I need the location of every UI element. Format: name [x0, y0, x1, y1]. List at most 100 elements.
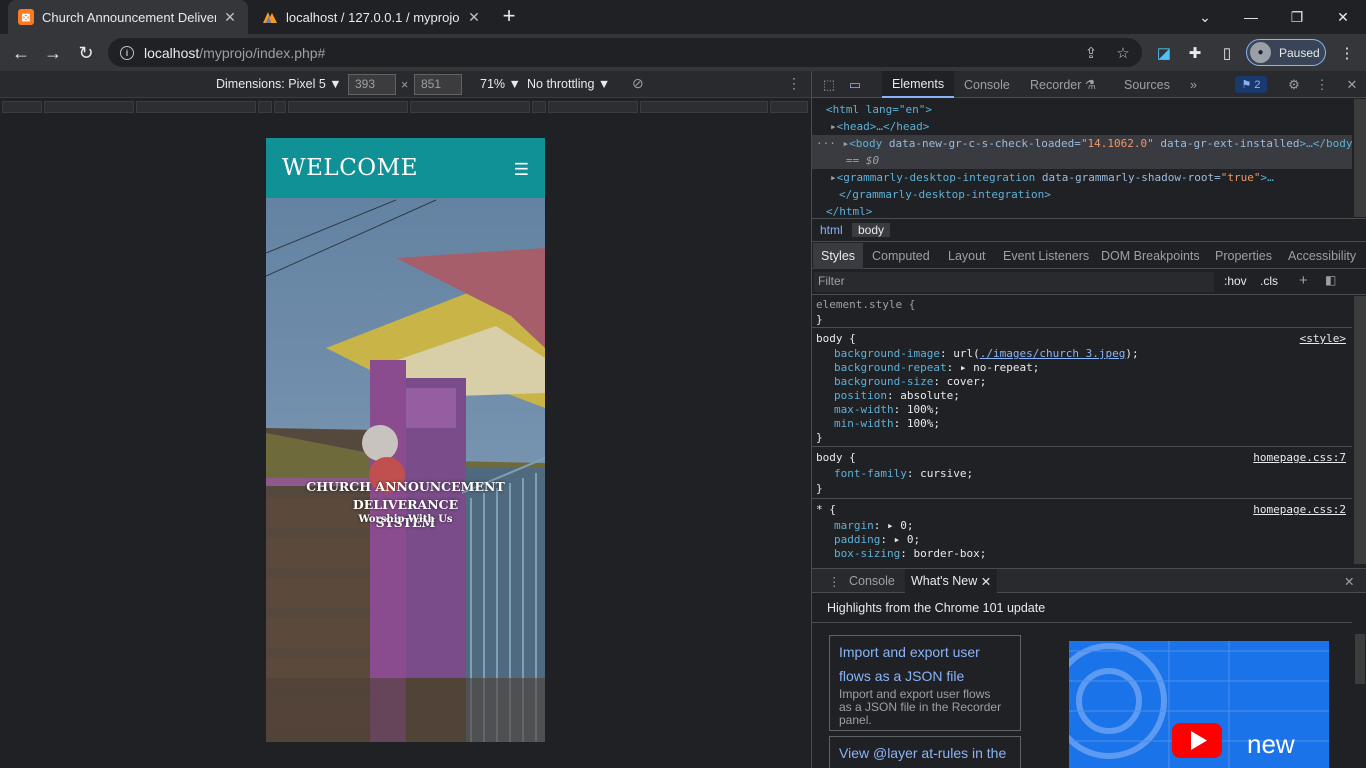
bookmark-star-icon[interactable]: ☆	[1110, 38, 1136, 67]
site-info-icon[interactable]: i	[120, 45, 134, 60]
toggle-sidebar-icon[interactable]: ◧	[1325, 273, 1336, 287]
issues-badge[interactable]: ⚑ 2	[1235, 76, 1267, 93]
tab-recorder[interactable]: Recorder ⚗	[1020, 71, 1106, 98]
tab-church-announcement[interactable]: ⊠ Church Announcement Deliverance ✕	[8, 0, 248, 34]
church-background-image	[266, 138, 545, 742]
rule-selector: element.style {	[816, 298, 916, 311]
breadcrumb-body[interactable]: body	[852, 223, 891, 237]
device-height-input[interactable]: 851	[414, 74, 462, 95]
css-prop[interactable]: background-image: url(./images/church 3.…	[834, 347, 1139, 361]
rule-source-link[interactable]: <style>	[1300, 332, 1346, 345]
forward-icon[interactable]: →	[40, 40, 66, 66]
close-tab-icon[interactable]: ✕	[466, 9, 482, 26]
close-devtools-icon[interactable]: ✕	[1343, 76, 1361, 93]
extension-icon[interactable]: ◪	[1151, 40, 1177, 66]
dom-node-body[interactable]: ··· ▸<body data-new-gr-c-s-check-loaded=…	[812, 135, 1352, 152]
back-icon[interactable]: ←	[8, 40, 34, 66]
hamburger-menu-icon[interactable]: ☰	[514, 160, 529, 180]
chrome-update-video-thumbnail[interactable]: new	[1069, 641, 1329, 768]
emulated-viewport: WELCOME ☰ CHURCH ANNOUNCEMENT DELIVERANC…	[0, 116, 811, 768]
tab-sources[interactable]: Sources	[1114, 71, 1180, 98]
media-query-bar[interactable]	[0, 99, 811, 116]
dom-tree: <html lang="en"> ▸<head>…</head> ··· ▸<b…	[812, 99, 1352, 218]
zoom-select[interactable]: 71% ▼	[480, 77, 521, 91]
rule-close: }	[816, 431, 823, 444]
device-screen: WELCOME ☰ CHURCH ANNOUNCEMENT DELIVERANC…	[266, 138, 545, 742]
whats-new-panel: Highlights from the Chrome 101 update Im…	[812, 594, 1366, 768]
menu-kebab-icon[interactable]: ⋮	[1334, 40, 1360, 66]
devtools-menu-icon[interactable]: ⋮	[1313, 76, 1331, 93]
minimize-icon[interactable]: —	[1228, 0, 1274, 34]
new-tab-button[interactable]: +	[498, 5, 520, 28]
tab-title: Church Announcement Deliverance	[42, 9, 216, 25]
device-width-input[interactable]: 393	[348, 74, 396, 95]
address-bar[interactable]: i localhost/myprojo/index.php# ⇪ ☆	[108, 38, 1142, 67]
device-select[interactable]: Dimensions: Pixel 5 ▼	[216, 77, 342, 91]
xampp-icon: ⊠	[18, 9, 34, 25]
dom-scrollbar[interactable]	[1354, 99, 1366, 217]
tab-elements[interactable]: Elements	[882, 71, 955, 98]
more-tabs-icon[interactable]: »	[1180, 71, 1207, 98]
css-prop[interactable]: background-size: cover;	[834, 375, 986, 389]
rule-source-link[interactable]: homepage.css:7	[1253, 451, 1346, 464]
share-icon[interactable]: ⇪	[1078, 38, 1104, 67]
css-prop[interactable]: padding: ▸ 0;	[834, 533, 920, 547]
dom-node-head[interactable]: ▸<head>…</head>	[812, 118, 1352, 135]
styles-scrollbar[interactable]	[1354, 296, 1366, 564]
close-drawer-icon[interactable]: ✕	[1338, 569, 1360, 593]
drawer-tab-whats-new[interactable]: What's New ✕	[905, 569, 998, 593]
tab-layout[interactable]: Layout	[948, 243, 986, 269]
hov-toggle[interactable]: :hov	[1224, 274, 1247, 288]
device-toggle-icon[interactable]: ▭	[846, 76, 864, 93]
url-path: /myprojo/index.php#	[199, 44, 326, 61]
breadcrumb-html[interactable]: html	[814, 223, 849, 237]
rule-source-link[interactable]: homepage.css:2	[1253, 503, 1346, 516]
css-prop[interactable]: max-width: 100%;	[834, 403, 940, 417]
profile-button[interactable]: ● Paused	[1246, 39, 1326, 66]
css-prop[interactable]: position: absolute;	[834, 389, 960, 403]
styles-subtabs: Styles Computed Layout Event Listeners D…	[812, 243, 1366, 269]
tab-event-listeners[interactable]: Event Listeners	[1003, 243, 1089, 269]
css-prop[interactable]: background-repeat: ▸ no-repeat;	[834, 361, 1039, 375]
settings-gear-icon[interactable]: ⚙	[1285, 76, 1303, 93]
dom-node-html[interactable]: <html lang="en">	[812, 101, 1352, 118]
inspect-element-icon[interactable]: ⬚	[820, 76, 838, 93]
tab-computed[interactable]: Computed	[872, 243, 930, 269]
card-description: Import and export user flows as a JSON fi…	[839, 687, 1002, 727]
throttling-select[interactable]: No throttling ▼	[527, 77, 610, 91]
puzzle-extensions-icon[interactable]: ✚	[1182, 40, 1208, 66]
tab-search-icon[interactable]: ⌄	[1182, 0, 1228, 34]
whats-new-scrollbar[interactable]	[1355, 634, 1365, 684]
cls-toggle[interactable]: .cls	[1260, 274, 1278, 288]
whats-new-card[interactable]: Import and export user flows as a JSON fi…	[829, 635, 1021, 731]
times-sign: ×	[401, 78, 409, 92]
styles-filter-input[interactable]	[814, 272, 1214, 292]
tab-properties[interactable]: Properties	[1215, 243, 1272, 269]
rotate-icon[interactable]: ⊘	[632, 75, 644, 92]
side-panel-icon[interactable]: ▯	[1214, 40, 1240, 66]
devtools-tabbar: ⬚ ▭ Elements Console Recorder ⚗ Sources …	[812, 71, 1366, 98]
css-prop[interactable]: min-width: 100%;	[834, 417, 940, 431]
restore-icon[interactable]: ❐	[1274, 0, 1320, 34]
close-tab-icon[interactable]: ✕	[222, 9, 238, 26]
close-whats-new-icon[interactable]: ✕	[981, 574, 991, 589]
close-window-icon[interactable]: ✕	[1320, 0, 1366, 34]
tab-styles[interactable]: Styles	[813, 243, 864, 269]
drawer-tab-console[interactable]: Console	[843, 569, 901, 593]
new-rule-icon[interactable]: +	[1299, 272, 1308, 289]
dom-node-grammarly[interactable]: ▸<grammarly-desktop-integration data-gra…	[812, 169, 1352, 186]
tab-accessibility[interactable]: Accessibility	[1288, 243, 1356, 269]
tab-dom-breakpoints[interactable]: DOM Breakpoints	[1101, 243, 1200, 269]
whats-new-card[interactable]: View @layer at-rules in the	[829, 736, 1021, 768]
rule-body-homepage: body { homepage.css:7 font-family: cursi…	[812, 448, 1352, 499]
reload-icon[interactable]: ↻	[73, 40, 99, 66]
css-prop[interactable]: box-sizing: border-box;	[834, 547, 986, 561]
css-prop[interactable]: margin: ▸ 0;	[834, 519, 914, 533]
styles-filter-bar: Filter :hov .cls + ◧	[812, 270, 1366, 295]
tab-phpmyadmin[interactable]: localhost / 127.0.0.1 / myprojo / ✕	[252, 0, 492, 34]
rule-close: }	[816, 482, 823, 495]
rule-selector: * {	[816, 503, 836, 516]
css-prop[interactable]: font-family: cursive;	[834, 467, 973, 481]
device-more-icon[interactable]: ⋮	[787, 75, 801, 92]
tab-console[interactable]: Console	[954, 71, 1020, 98]
